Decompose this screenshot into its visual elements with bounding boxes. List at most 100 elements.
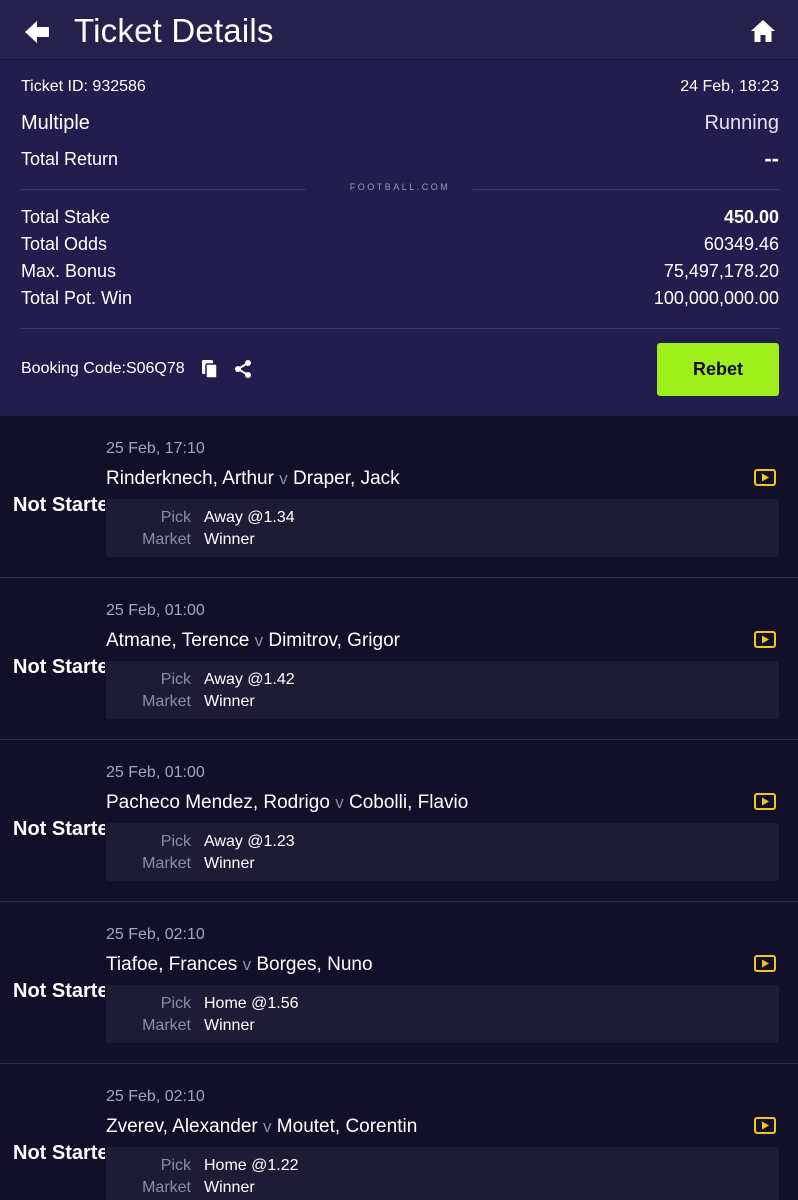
top-bar: Ticket Details [0, 0, 798, 60]
home-team: Zverev, Alexander [106, 1116, 258, 1137]
market-value: Winner [204, 855, 255, 872]
brand-separator: FOOTBALL.COM [21, 180, 779, 198]
market-value: Winner [204, 531, 255, 548]
versus-label: v [242, 955, 252, 974]
versus-label: v [254, 631, 264, 650]
match-teams: Rinderknech, Arthur v Draper, Jack [106, 468, 400, 490]
live-stream-icon[interactable] [754, 1117, 776, 1134]
match-date: 25 Feb, 02:10 [106, 1088, 205, 1105]
list-item: Not Started 25 Feb, 02:10 Zverev, Alexan… [0, 1064, 798, 1200]
list-item: Not Started 25 Feb, 01:00 Atmane, Terenc… [0, 578, 798, 740]
max-bonus-row: Max. Bonus 75,497,178.20 [21, 261, 779, 282]
pick-label: Pick [160, 509, 191, 526]
market-label: Market [142, 1179, 191, 1196]
total-odds-label: Total Odds [21, 234, 108, 254]
bet-status: Not Started [13, 656, 105, 678]
away-team: Moutet, Corentin [276, 1116, 418, 1137]
arrow-left-icon[interactable] [22, 17, 52, 47]
market-label: Market [142, 693, 191, 710]
ticket-meta-row: Ticket ID: 932586 24 Feb, 18:23 [21, 78, 779, 96]
total-return-value: -- [764, 146, 779, 171]
pick-value: Away @1.23 [204, 833, 295, 850]
pot-win-value: 100,000,000.00 [653, 288, 779, 308]
booking-code: Booking Code:S06Q78 [21, 360, 185, 377]
market-label: Market [142, 855, 191, 872]
away-team: Draper, Jack [292, 468, 400, 489]
versus-label: v [263, 1117, 272, 1136]
selection-details: Pick Away @1.23 Market Winner [106, 823, 779, 881]
total-odds-value: 60349.46 [703, 234, 779, 254]
bet-type: Multiple [21, 112, 90, 134]
home-team: Tiafoe, Frances [106, 954, 238, 975]
ticket-id: Ticket ID: 932586 [21, 78, 146, 95]
ticket-datetime: 24 Feb, 18:23 [680, 78, 779, 95]
selection-details: Pick Away @1.34 Market Winner [106, 499, 779, 557]
page-title: Ticket Details [74, 12, 274, 49]
pick-value: Away @1.42 [204, 671, 295, 688]
total-return-row: Total Return -- [21, 146, 779, 172]
total-stake-row: Total Stake 450.00 [21, 207, 779, 228]
total-odds-row: Total Odds 60349.46 [21, 234, 779, 255]
home-team: Rinderknech, Arthur [106, 468, 274, 489]
rebet-button[interactable]: Rebet [657, 343, 779, 396]
ticket-summary: Ticket ID: 932586 24 Feb, 18:23 Multiple… [0, 60, 798, 416]
brand-label: FOOTBALL.COM [349, 182, 451, 192]
away-team: Borges, Nuno [256, 954, 373, 975]
list-item: Not Started 25 Feb, 01:00 Pacheco Mendez… [0, 740, 798, 902]
market-value: Winner [204, 1017, 255, 1034]
booking-code-row: Booking Code:S06Q78 [21, 359, 253, 379]
pick-label: Pick [160, 671, 191, 688]
live-stream-icon[interactable] [754, 793, 776, 810]
pick-label: Pick [160, 833, 191, 850]
home-icon[interactable] [750, 18, 776, 44]
market-label: Market [142, 531, 191, 548]
match-teams: Atmane, Terence v Dimitrov, Grigor [106, 630, 400, 652]
selection-details: Pick Away @1.42 Market Winner [106, 661, 779, 719]
bet-list: Not Started 25 Feb, 17:10 Rinderknech, A… [0, 416, 798, 1200]
match-date: 25 Feb, 02:10 [106, 926, 205, 943]
market-value: Winner [204, 693, 255, 710]
live-stream-icon[interactable] [754, 631, 776, 648]
separator-line-right [473, 189, 779, 190]
list-item: Not Started 25 Feb, 17:10 Rinderknech, A… [0, 416, 798, 578]
match-date: 25 Feb, 01:00 [106, 602, 205, 619]
bet-status: Not Started [13, 494, 105, 516]
pot-win-row: Total Pot. Win 100,000,000.00 [21, 288, 779, 309]
live-stream-icon[interactable] [754, 955, 776, 972]
divider [21, 328, 779, 329]
bet-type-row: Multiple Running [21, 112, 779, 135]
ticket-status: Running [704, 112, 779, 134]
bet-status: Not Started [13, 818, 105, 840]
selection-details: Pick Home @1.56 Market Winner [106, 985, 779, 1043]
max-bonus-value: 75,497,178.20 [663, 261, 779, 281]
home-team: Pacheco Mendez, Rodrigo [106, 792, 330, 813]
market-label: Market [142, 1017, 191, 1034]
list-item: Not Started 25 Feb, 02:10 Tiafoe, France… [0, 902, 798, 1064]
live-stream-icon[interactable] [754, 469, 776, 486]
pick-label: Pick [160, 995, 191, 1012]
versus-label: v [279, 469, 288, 488]
pot-win-label: Total Pot. Win [21, 288, 133, 308]
max-bonus-label: Max. Bonus [21, 261, 117, 281]
selection-details: Pick Home @1.22 Market Winner [106, 1147, 779, 1200]
match-date: 25 Feb, 17:10 [106, 440, 205, 457]
copy-icon[interactable] [201, 359, 219, 379]
total-return-label: Total Return [21, 148, 119, 169]
total-stake-label: Total Stake [21, 207, 111, 227]
bet-status: Not Started [13, 1142, 105, 1164]
match-teams: Tiafoe, Frances v Borges, Nuno [106, 954, 373, 976]
pick-value: Away @1.34 [204, 509, 295, 526]
pick-label: Pick [160, 1157, 191, 1174]
match-teams: Pacheco Mendez, Rodrigo v Cobolli, Flavi… [106, 792, 468, 814]
market-value: Winner [204, 1179, 255, 1196]
bet-status: Not Started [13, 980, 105, 1002]
match-teams: Zverev, Alexander v Moutet, Corentin [106, 1116, 417, 1138]
total-stake-value: 450.00 [723, 207, 779, 227]
versus-label: v [335, 793, 344, 812]
away-team: Cobolli, Flavio [348, 792, 469, 813]
away-team: Dimitrov, Grigor [268, 630, 400, 651]
pick-value: Home @1.56 [204, 995, 299, 1012]
pick-value: Home @1.22 [204, 1157, 299, 1174]
share-icon[interactable] [233, 359, 253, 379]
home-team: Atmane, Terence [106, 630, 250, 651]
